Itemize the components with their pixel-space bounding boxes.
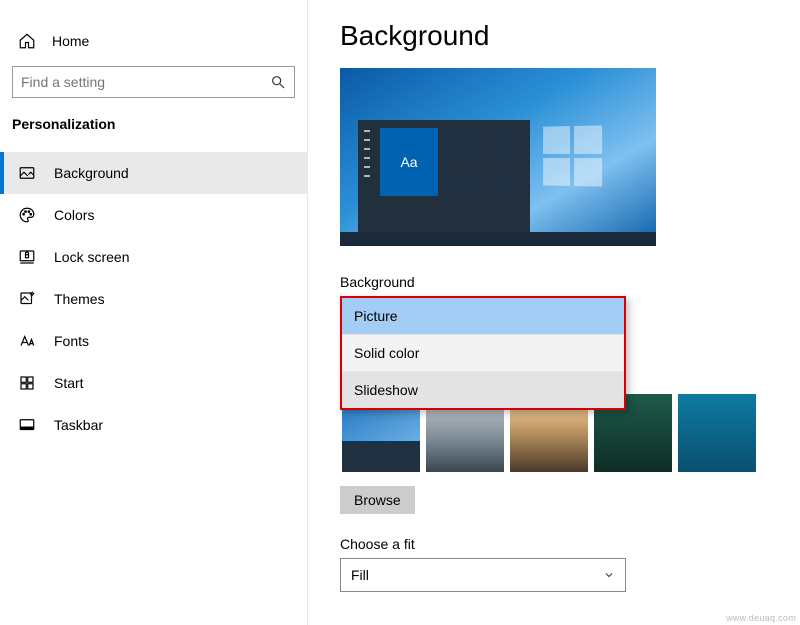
preview-tile-sample: Aa — [380, 128, 438, 196]
settings-window: Home Personalization Background Colors L… — [0, 0, 800, 625]
sidebar-item-taskbar[interactable]: Taskbar — [0, 404, 307, 446]
taskbar-icon — [18, 416, 36, 434]
sidebar: Home Personalization Background Colors L… — [0, 0, 308, 625]
home-label: Home — [52, 33, 89, 49]
palette-icon — [18, 206, 36, 224]
section-title: Personalization — [0, 98, 307, 140]
main-panel: Background Aa Background Picture Solid c… — [308, 0, 800, 625]
search-input[interactable] — [21, 74, 270, 90]
home-icon — [18, 32, 36, 50]
dropdown-option-picture[interactable]: Picture — [342, 298, 624, 334]
themes-icon — [18, 290, 36, 308]
dropdown-option-slideshow[interactable]: Slideshow — [342, 371, 624, 408]
sidebar-nav: Background Colors Lock screen Themes Fon… — [0, 152, 307, 446]
sidebar-item-label: Start — [54, 375, 84, 391]
fit-field-label: Choose a fit — [340, 536, 776, 552]
dropdown-option-solid-color[interactable]: Solid color — [342, 334, 624, 371]
sidebar-item-lock-screen[interactable]: Lock screen — [0, 236, 307, 278]
sidebar-item-label: Themes — [54, 291, 105, 307]
sidebar-item-label: Background — [54, 165, 129, 181]
chevron-down-icon — [603, 569, 615, 581]
background-field-label: Background — [340, 274, 776, 290]
search-icon — [270, 74, 286, 90]
fit-select[interactable]: Fill — [340, 558, 626, 592]
search-container — [0, 58, 307, 98]
home-link[interactable]: Home — [0, 24, 307, 58]
fit-value: Fill — [351, 567, 369, 583]
preview-start-left — [358, 120, 376, 232]
thumbnail[interactable] — [678, 394, 756, 472]
sidebar-item-colors[interactable]: Colors — [0, 194, 307, 236]
fit-section: Choose a fit Fill — [340, 536, 776, 592]
sidebar-item-label: Lock screen — [54, 249, 129, 265]
fonts-icon — [18, 332, 36, 350]
picture-icon — [18, 164, 36, 182]
sidebar-item-fonts[interactable]: Fonts — [0, 320, 307, 362]
preview-taskbar — [340, 232, 656, 246]
preview-start-menu: Aa — [358, 120, 530, 232]
search-input-wrap[interactable] — [12, 66, 295, 98]
sidebar-item-themes[interactable]: Themes — [0, 278, 307, 320]
sidebar-item-start[interactable]: Start — [0, 362, 307, 404]
windows-logo-icon — [543, 125, 602, 186]
sidebar-item-background[interactable]: Background — [0, 152, 307, 194]
preview-start-tiles: Aa — [376, 120, 530, 232]
start-icon — [18, 374, 36, 392]
page-title: Background — [340, 20, 776, 52]
browse-button[interactable]: Browse — [340, 486, 415, 514]
sidebar-item-label: Fonts — [54, 333, 89, 349]
sidebar-item-label: Colors — [54, 207, 94, 223]
watermark: www.deuaq.com — [726, 613, 796, 623]
background-dropdown[interactable]: Picture Solid color Slideshow — [340, 296, 626, 410]
sidebar-item-label: Taskbar — [54, 417, 103, 433]
lock-screen-icon — [18, 248, 36, 266]
desktop-preview: Aa — [340, 68, 656, 246]
